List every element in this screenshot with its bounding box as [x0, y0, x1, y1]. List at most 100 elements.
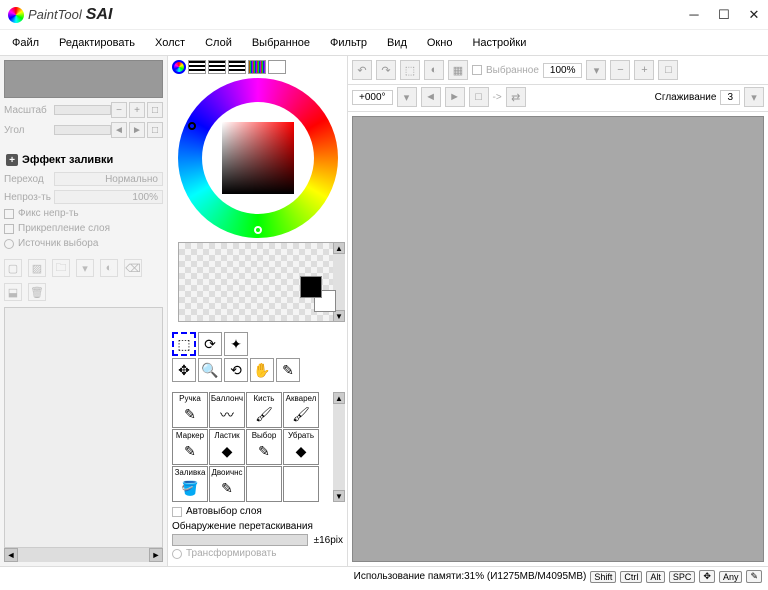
menu-selection[interactable]: Выбранное	[252, 37, 310, 49]
down-button[interactable]: ▾	[76, 259, 94, 277]
selected-checkbox[interactable]	[472, 65, 482, 75]
zoom-in-button[interactable]: +	[634, 60, 654, 80]
layer-list[interactable]	[4, 307, 163, 548]
opacity-slider[interactable]: 100%	[54, 190, 163, 204]
smoothing-value[interactable]: 3	[720, 90, 740, 105]
minimize-button[interactable]: ─	[688, 9, 700, 21]
angle-dropdown[interactable]: ▾	[397, 87, 417, 107]
drag-slider[interactable]	[172, 534, 308, 546]
brush-brush[interactable]: Кисть🖌	[246, 392, 282, 428]
navigator-preview[interactable]	[4, 60, 163, 98]
swatch-scroll-up[interactable]: ▲	[333, 242, 345, 254]
plus-icon: +	[6, 154, 18, 166]
clear-button[interactable]: ⌫	[124, 259, 142, 277]
fix-opacity-label: Фикс непр-ть	[18, 208, 79, 219]
scale-down-button[interactable]: −	[111, 102, 127, 118]
flip-button[interactable]: ⇄	[506, 87, 526, 107]
lasso-tool[interactable]: ⟳	[198, 332, 222, 356]
brush-scroll[interactable]: ▲ ▼	[333, 392, 345, 502]
delete-button[interactable]: 🗑	[28, 283, 46, 301]
smoothing-dropdown[interactable]: ▾	[744, 87, 764, 107]
brush-empty-2[interactable]	[283, 466, 319, 502]
menu-settings[interactable]: Настройки	[472, 37, 526, 49]
hsv-slider-tab[interactable]	[208, 60, 226, 74]
hand-tool[interactable]: ✋	[250, 358, 274, 382]
menu-view[interactable]: Вид	[387, 37, 407, 49]
brush-bucket[interactable]: Заливка🪣	[172, 466, 208, 502]
menu-window[interactable]: Окно	[427, 37, 453, 49]
clip-layer-checkbox[interactable]	[4, 224, 14, 234]
angle-reset-button[interactable]: □	[147, 122, 163, 138]
canvas[interactable]	[352, 116, 764, 562]
scratchpad-tab[interactable]	[268, 60, 286, 74]
color-wheel[interactable]	[178, 78, 338, 238]
scale-reset-button[interactable]: □	[147, 102, 163, 118]
rotate-ccw-button[interactable]: ◄	[421, 87, 441, 107]
brush-airbrush[interactable]: Баллонч〰	[209, 392, 245, 428]
undo-button[interactable]: ↶	[352, 60, 372, 80]
menu-file[interactable]: Файл	[12, 37, 39, 49]
zoom-tool[interactable]: 🔍	[198, 358, 222, 382]
menu-layer[interactable]: Слой	[205, 37, 232, 49]
close-button[interactable]: ✕	[748, 9, 760, 21]
hue-marker-2	[254, 226, 262, 234]
hue-marker[interactable]	[188, 122, 196, 130]
scale-up-button[interactable]: +	[129, 102, 145, 118]
deselect-button[interactable]: ⬚	[400, 60, 420, 80]
angle-value[interactable]: +000°	[352, 90, 393, 105]
merge-button[interactable]: ⬓	[4, 283, 22, 301]
brush-binary[interactable]: Двоичнс✎	[209, 466, 245, 502]
zoom-dropdown[interactable]: ▾	[586, 60, 606, 80]
transform-radio[interactable]	[172, 549, 182, 559]
fix-opacity-checkbox[interactable]	[4, 209, 14, 219]
selection-src-radio[interactable]	[4, 239, 14, 249]
angle-slider[interactable]	[54, 125, 111, 135]
angle-reset-button-2[interactable]: □	[469, 87, 489, 107]
rotate-cw-button[interactable]: ►	[445, 87, 465, 107]
brush-eraser[interactable]: Ластик◆	[209, 429, 245, 465]
zoom-fit-button[interactable]: □	[658, 60, 678, 80]
marquee-tool[interactable]: ⬚	[172, 332, 196, 356]
left-hscroll[interactable]: ◄ ►	[4, 548, 163, 562]
maximize-button[interactable]: ☐	[718, 9, 730, 21]
swatch-tab[interactable]	[248, 60, 266, 74]
scale-label: Масштаб	[4, 105, 54, 116]
menu-canvas[interactable]: Холст	[155, 37, 185, 49]
zoom-value[interactable]: 100%	[543, 63, 583, 78]
fg-color-swatch[interactable]	[300, 276, 322, 298]
brush-scroll-down[interactable]: ▼	[333, 490, 345, 502]
eyedropper-tool[interactable]: ✎	[276, 358, 300, 382]
brush-pen[interactable]: Ручка✎	[172, 392, 208, 428]
redo-button[interactable]: ↷	[376, 60, 396, 80]
move-tool[interactable]: ✥	[172, 358, 196, 382]
brush-empty-1[interactable]	[246, 466, 282, 502]
rotate-tool[interactable]: ⟲	[224, 358, 248, 382]
brush-water[interactable]: Акварел🖌	[283, 392, 319, 428]
menu-edit[interactable]: Редактировать	[59, 37, 135, 49]
sv-picker[interactable]	[222, 122, 294, 194]
zoom-out-button[interactable]: −	[610, 60, 630, 80]
brush-scroll-up[interactable]: ▲	[333, 392, 345, 404]
mask-button[interactable]: ◐	[100, 259, 118, 277]
new-folder-button[interactable]: 🗀	[52, 259, 70, 277]
invert-button[interactable]: ◐	[424, 60, 444, 80]
scale-slider[interactable]	[54, 105, 111, 115]
brush-deselect[interactable]: Убрать◆	[283, 429, 319, 465]
angle-cw-button[interactable]: ►	[129, 122, 145, 138]
auto-layer-checkbox[interactable]	[172, 507, 182, 517]
new-linework-button[interactable]: ▨	[28, 259, 46, 277]
mixer-tab[interactable]	[228, 60, 246, 74]
hscroll-left-arrow[interactable]: ◄	[4, 548, 18, 562]
rgb-slider-tab[interactable]	[188, 60, 206, 74]
color-wheel-tab[interactable]	[172, 60, 186, 74]
wand-tool[interactable]: ✦	[224, 332, 248, 356]
new-layer-button[interactable]: ▢	[4, 259, 22, 277]
brush-marker[interactable]: Маркер✎	[172, 429, 208, 465]
angle-ccw-button[interactable]: ◄	[111, 122, 127, 138]
show-sel-button[interactable]: ▦	[448, 60, 468, 80]
brush-select[interactable]: Выбор✎	[246, 429, 282, 465]
tool-options-row1: ↶ ↷ ⬚ ◐ ▦ Выбранное 100% ▾ − + □	[348, 56, 768, 85]
hscroll-right-arrow[interactable]: ►	[149, 548, 163, 562]
menu-filter[interactable]: Фильтр	[330, 37, 367, 49]
blend-select[interactable]: Нормально	[54, 172, 163, 186]
